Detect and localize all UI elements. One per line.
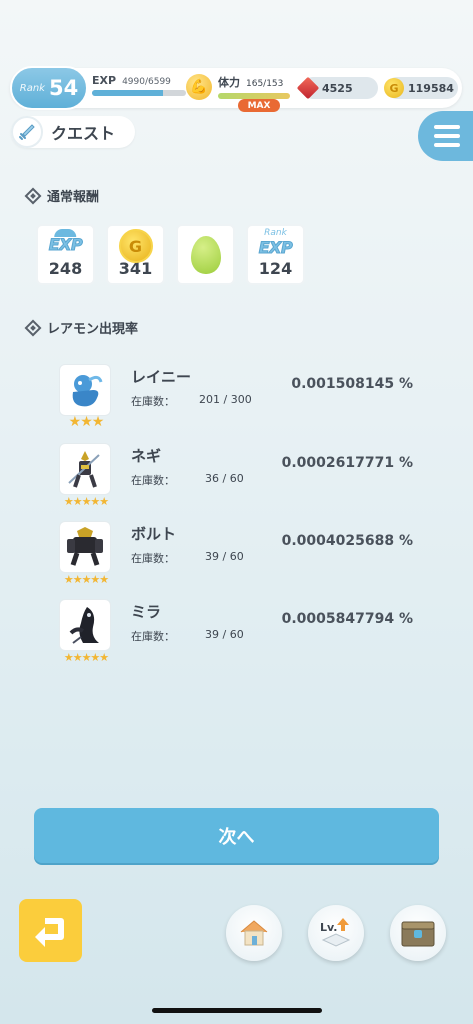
reward-value: 248 — [48, 259, 83, 278]
stock-label: 在庫数： — [131, 630, 175, 643]
exp-value: 4990/6599 — [122, 77, 171, 87]
appearance-rate: 0.0005847794 % — [281, 611, 413, 627]
level-up-button[interactable]: Lv. — [308, 905, 364, 961]
next-button[interactable]: 次へ — [34, 808, 439, 863]
storage-box-button[interactable] — [390, 905, 446, 961]
rank-exp-sublabel: Rank — [264, 228, 287, 238]
monster-portrait — [59, 521, 111, 573]
rank-exp-label: EXP — [258, 238, 293, 258]
return-arrow-icon — [34, 917, 64, 947]
exp-icon: EXP — [48, 229, 83, 255]
rarity-stars: ★★★★★ — [63, 495, 109, 508]
coin-value: 119584 — [408, 81, 454, 95]
max-badge: MAX — [238, 99, 280, 112]
home-button[interactable] — [226, 905, 282, 961]
back-button[interactable] — [19, 899, 82, 962]
monster-portrait — [59, 364, 111, 416]
coin-icon: G — [118, 229, 153, 263]
stock-label: 在庫数： — [131, 395, 175, 408]
reward-rank-exp: Rank EXP 124 — [246, 224, 305, 285]
normal-rewards-title-text: 通常報酬 — [47, 190, 100, 205]
coin-icon: G — [384, 78, 404, 98]
menu-icon-line — [434, 143, 460, 147]
stock-label: 在庫数： — [131, 474, 175, 487]
rarity-stars: ★★★★★ — [63, 573, 109, 586]
appearance-rate: 0.0002617771 % — [281, 455, 413, 471]
monster-name: レイニー — [131, 368, 192, 386]
stock-value: 39 / 60 — [205, 550, 244, 563]
gem-counter[interactable]: 4525 — [296, 76, 378, 100]
rank-badge[interactable]: Rank 54 — [10, 66, 88, 110]
menu-icon-line — [434, 125, 460, 129]
exp-icon-label: EXP — [48, 235, 83, 255]
level-up-label: Lv. — [320, 921, 338, 934]
exp-bar-fill — [92, 90, 164, 96]
monster-name: ミラ — [131, 603, 162, 621]
stock-value: 36 / 60 — [205, 472, 244, 485]
stock-value: 39 / 60 — [205, 628, 244, 641]
reward-exp: EXP 248 — [36, 224, 95, 285]
exp-bar — [92, 90, 186, 96]
reward-coin: G 341 — [106, 224, 165, 285]
rank-label: Rank — [19, 82, 45, 94]
rarity-stars: ★★★★★ — [63, 651, 109, 664]
home-indicator — [152, 1008, 322, 1013]
appearance-rate: 0.0004025688 % — [281, 533, 413, 549]
rare-monster-row[interactable]: ★★★★★ ミラ 在庫数： 39 / 60 0.0005847794 % — [59, 599, 419, 669]
menu-button[interactable] — [418, 111, 473, 161]
sword-icon — [11, 116, 43, 148]
diamond-bullet-icon — [24, 319, 42, 336]
reward-value: 124 — [258, 259, 293, 278]
egg-icon — [190, 235, 221, 274]
rare-monster-row[interactable]: ★★★★★ ネギ 在庫数： 36 / 60 0.0002617771 % — [59, 443, 419, 513]
monster-name: ネギ — [131, 447, 162, 465]
rarity-stars: ★★★ — [68, 414, 105, 430]
stock-value: 201 / 300 — [199, 393, 252, 406]
coin-icon-label: G — [118, 229, 153, 263]
reward-list: EXP 248 G 341 Rank EXP 124 — [36, 224, 305, 285]
normal-rewards-title: 通常報酬 — [24, 186, 100, 205]
exp-label: EXP — [92, 74, 117, 87]
rank-value: 54 — [48, 76, 79, 100]
home-icon — [240, 920, 268, 946]
rare-monster-row[interactable]: ★★★ レイニー 在庫数： 201 / 300 0.001508145 % — [59, 364, 419, 434]
monster-portrait — [59, 443, 111, 495]
monster-portrait — [59, 599, 111, 651]
quest-tab: クエスト — [11, 116, 135, 148]
exp-block: EXP 4990/6599 — [92, 74, 186, 96]
diamond-bullet-icon — [24, 187, 42, 204]
stamina-value: 165/153 — [246, 79, 284, 89]
rare-monsters-title-text: レアモン出現率 — [47, 322, 139, 337]
gem-icon — [296, 76, 320, 100]
rare-monsters-title: レアモン出現率 — [24, 318, 139, 337]
rank-exp-icon: Rank EXP — [258, 228, 293, 258]
appearance-rate: 0.001508145 % — [291, 376, 413, 392]
storage-box-icon — [401, 921, 435, 947]
reward-egg — [176, 224, 235, 285]
stock-label: 在庫数： — [131, 552, 175, 565]
stamina-block: 体力 165/153 — [218, 74, 290, 99]
stamina-label: 体力 — [218, 76, 240, 89]
gem-value: 4525 — [322, 81, 353, 95]
stamina-icon[interactable]: 💪 — [186, 74, 212, 100]
rare-monster-row[interactable]: ★★★★★ ボルト 在庫数： 39 / 60 0.0004025688 % — [59, 521, 419, 591]
status-bar: Rank 54 EXP 4990/6599 💪 体力 165/153 4525 … — [10, 66, 462, 110]
coin-counter[interactable]: G 119584 — [384, 77, 458, 99]
quest-label: クエスト — [51, 124, 116, 143]
menu-icon-line — [434, 134, 460, 138]
monster-name: ボルト — [131, 525, 177, 543]
